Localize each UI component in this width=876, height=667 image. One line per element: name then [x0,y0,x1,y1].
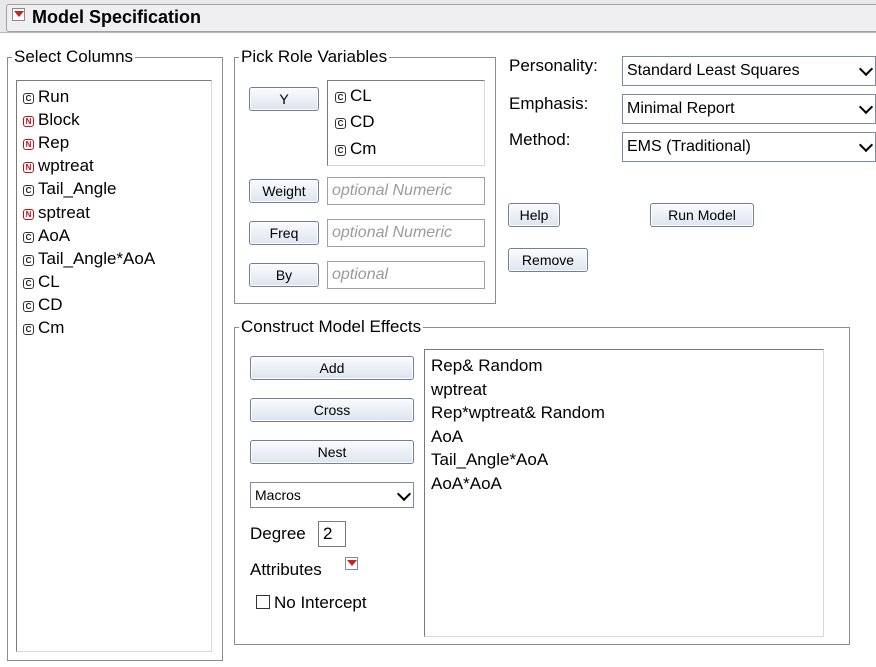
column-name: sptreat [38,202,90,222]
freq-field[interactable]: optional Numeric [327,219,485,247]
model-effect-item[interactable]: AoA*AoA [431,474,502,494]
y-item[interactable]: C CD [335,112,375,132]
attributes-label: Attributes [250,560,322,579]
continuous-icon: C [23,93,34,104]
title-bar: Model Specification [0,0,876,33]
continuous-icon: C [23,300,34,312]
continuous-icon: C [23,185,34,197]
no-intercept-checkbox[interactable] [256,595,270,609]
continuous-icon: C [23,324,34,335]
degree-input[interactable]: 2 [318,521,346,547]
weight-field[interactable]: optional Numeric [327,177,485,205]
nominal-icon: N [23,208,34,220]
emphasis-select[interactable]: Minimal Report [622,94,876,124]
continuous-icon: C [23,231,34,243]
continuous-icon: C [335,92,346,103]
red-triangle-menu-icon[interactable] [12,8,25,21]
attributes-menu-icon[interactable] [345,557,358,570]
chevron-down-icon [858,137,874,153]
no-intercept-label: No Intercept [274,593,367,612]
y-item[interactable]: C CL [335,86,372,106]
column-list-item[interactable]: C AoA [23,226,70,246]
nest-button[interactable]: Nest [250,440,414,464]
column-list-item[interactable]: C CD [23,295,63,315]
weight-role-button[interactable]: Weight [249,179,319,203]
column-name: Run [38,87,70,106]
column-list-item[interactable]: C Run [23,87,69,107]
column-name: Tail_Angle*AoA [38,248,156,268]
model-effect-item[interactable]: Rep& Random [431,356,543,376]
column-list-item[interactable]: C Tail_Angle*AoA [23,249,155,269]
remove-button[interactable]: Remove [508,248,588,272]
column-list-item[interactable]: N Rep [23,133,69,153]
nominal-icon: N [23,139,34,151]
column-list-item[interactable]: Nsptreat [23,203,90,223]
column-name: Tail_Angle [38,179,117,199]
y-role-button[interactable]: Y [249,87,319,111]
freq-role-button[interactable]: Freq [249,221,319,245]
degree-label: Degree [250,524,306,543]
column-list-item[interactable]: C CL [23,272,60,292]
continuous-icon: C [23,254,34,266]
chevron-down-icon [396,486,412,502]
column-name: Rep [38,133,70,153]
construct-effects-legend: Construct Model Effects [241,317,422,336]
model-effect-item[interactable]: wptreat [431,380,487,400]
method-label: Method: [509,130,571,149]
run-model-button[interactable]: Run Model [650,203,754,227]
macros-select[interactable]: Macros [250,482,414,508]
continuous-icon: C [23,277,34,289]
column-list-item[interactable]: C Tail_Angle [23,179,116,199]
model-effects-list[interactable]: Rep& Random wptreat Rep*wptreat& Random AoA… [424,349,824,637]
select-columns-legend: Select Columns [14,47,134,66]
y-role-list[interactable]: C CL C CD C Cm [327,80,485,166]
column-name: Block [38,110,80,130]
model-effect-item[interactable]: Tail_Angle*AoA [431,450,548,470]
nominal-icon: N [23,116,34,128]
column-name: Cm [38,318,65,337]
add-button[interactable]: Add [250,356,414,380]
method-select[interactable]: EMS (Traditional) [622,132,876,162]
cross-button[interactable]: Cross [250,398,414,422]
y-item[interactable]: C Cm [335,139,376,159]
model-effect-item[interactable]: Rep*wptreat& Random [431,403,605,423]
column-list-item[interactable]: Nwptreat [23,156,94,176]
nominal-icon: N [23,162,34,174]
personality-select[interactable]: Standard Least Squares [622,56,876,86]
chevron-down-icon [858,61,874,77]
column-name: CD [38,294,63,314]
column-list-item[interactable]: C Cm [23,318,64,338]
column-name: CL [38,271,60,291]
chevron-down-icon [858,99,874,115]
column-name: AoA [38,225,71,245]
personality-label: Personality: [509,56,598,75]
model-effect-item[interactable]: AoA [431,427,463,447]
help-button[interactable]: Help [508,203,560,227]
by-field[interactable]: optional [327,261,485,289]
continuous-icon: C [335,118,346,129]
window-title: Model Specification [32,7,202,27]
column-list[interactable]: C Run N Block N Rep Nwptreat C Tail_Angle Nsptrea… [16,80,212,652]
emphasis-label: Emphasis: [509,94,589,113]
by-role-button[interactable]: By [249,263,319,287]
column-list-item[interactable]: N Block [23,110,80,130]
column-name: wptreat [38,156,94,176]
continuous-icon: C [335,145,346,156]
role-variables-legend: Pick Role Variables [241,47,388,66]
